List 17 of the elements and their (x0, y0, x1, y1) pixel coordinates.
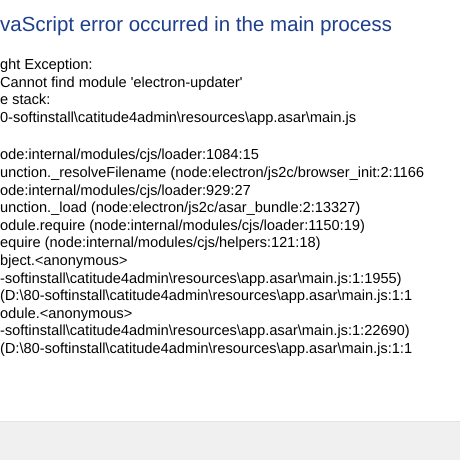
stack-trace-line: ode:internal/modules/cjs/loader:929:27 (0, 182, 251, 200)
error-message-line: e stack: (0, 92, 50, 110)
stack-trace-line: unction._load (node:electron/js2c/asar_bundle:2:13327) (0, 200, 360, 218)
stack-trace-line: (D:\80-softinstall\catitude4admin\resources\app.asar\main.js:1:1 (0, 340, 412, 358)
stack-trace-line: odule.<anonymous> (0, 306, 132, 324)
stack-trace-line: -softinstall\catitude4admin\resources\app.asar\main.js:1:1955) (0, 270, 402, 288)
stack-trace-line: bject.<anonymous> (0, 252, 128, 271)
stack-trace-line: unction._resolveFilename (node:electron/js2c/browser_init:2:1166 (0, 164, 424, 183)
dialog-title: vaScript error occurred in the main process (0, 12, 393, 38)
stack-trace-line: (D:\80-softinstall\catitude4admin\resources\app.asar\main.js:1:1 (0, 288, 412, 306)
stack-trace-line: odule.require (node:internal/modules/cjs/loader:1150:19) (0, 218, 365, 236)
error-message-line: 0-softinstall\catitude4admin\resources\app.asar\main.js (0, 110, 356, 128)
error-message-line: Cannot find module 'electron-updater' (0, 74, 242, 92)
stack-trace-line: ode:internal/modules/cjs/loader:1084:15 (0, 147, 259, 165)
stack-trace-line: -softinstall\catitude4admin\resources\app.asar\main.js:1:22690) (0, 323, 410, 341)
error-message-line: ght Exception: (0, 57, 92, 75)
stack-trace-line: equire (node:internal/modules/cjs/helpers:121:18) (0, 235, 320, 253)
